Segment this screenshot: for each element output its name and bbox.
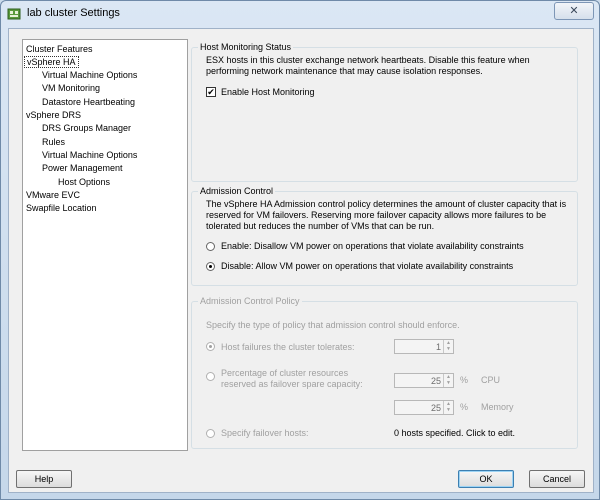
admission-enable-label[interactable]: Enable: Disallow VM power on operations …	[221, 241, 524, 252]
host-failures-radio[interactable]	[206, 342, 215, 351]
dialog-body: Cluster Features vSphere HA Virtual Mach…	[8, 28, 594, 493]
window-title: lab cluster Settings	[27, 7, 120, 19]
settings-window: lab cluster Settings ✕ Cluster Features …	[0, 0, 600, 500]
vsphere-cluster-icon	[7, 8, 21, 20]
memory-percent-unit: %	[460, 402, 469, 412]
check-icon: ✔	[207, 87, 215, 97]
stepper-arrows-icon[interactable]: ▲ ▼	[443, 340, 453, 353]
settings-nav-tree: Cluster Features vSphere HA Virtual Mach…	[22, 39, 188, 451]
cancel-button[interactable]: Cancel	[529, 470, 585, 488]
admission-control-description-3: tolerated but reduces the number of VMs …	[206, 221, 435, 231]
memory-percentage-stepper[interactable]: 25 ▲ ▼	[394, 400, 454, 415]
nav-item-rules[interactable]: Rules	[40, 136, 67, 148]
nav-item-vm-monitoring[interactable]: VM Monitoring	[40, 82, 102, 94]
memory-label: Memory	[481, 402, 514, 412]
nav-item-vmware-evc[interactable]: VMware EVC	[24, 189, 82, 201]
stepper-arrows-icon[interactable]: ▲ ▼	[443, 374, 453, 387]
help-button[interactable]: Help	[16, 470, 72, 488]
admission-control-legend: Admission Control	[200, 186, 274, 196]
cpu-percentage-value: 25	[430, 376, 441, 386]
admission-control-group: Admission Control The vSphere HA Admissi…	[191, 186, 578, 286]
close-button[interactable]: ✕	[554, 2, 594, 20]
cpu-percent-unit: %	[460, 375, 469, 385]
admission-disable-radio[interactable]	[206, 262, 215, 271]
failover-hosts-radio[interactable]	[206, 429, 215, 438]
nav-item-ha-vm-options[interactable]: Virtual Machine Options	[40, 69, 139, 81]
percentage-label-line-2[interactable]: reserved as failover spare capacity:	[221, 379, 363, 390]
admission-control-description-2: reserved for VM failovers. Reserving mor…	[206, 210, 547, 220]
admission-enable-radio[interactable]	[206, 242, 215, 251]
failover-hosts-status-link[interactable]: 0 hosts specified. Click to edit.	[394, 428, 515, 439]
host-monitoring-description-2: performing network maintenance that may …	[206, 66, 483, 76]
admission-disable-label[interactable]: Disable: Allow VM power on operations th…	[221, 261, 513, 272]
cpu-label: CPU	[481, 375, 501, 385]
nav-item-drs-vm-options[interactable]: Virtual Machine Options	[40, 149, 139, 161]
nav-item-vsphere-drs[interactable]: vSphere DRS	[24, 109, 83, 121]
percentage-label-line-1[interactable]: Percentage of cluster resources	[221, 368, 348, 379]
ok-button[interactable]: OK	[458, 470, 514, 488]
admission-policy-legend: Admission Control Policy	[200, 296, 300, 306]
nav-item-host-options[interactable]: Host Options	[56, 176, 112, 188]
host-monitoring-group: Host Monitoring Status ESX hosts in this…	[191, 42, 578, 182]
host-monitoring-description-1: ESX hosts in this cluster exchange netwo…	[206, 55, 530, 65]
memory-percentage-value: 25	[430, 403, 441, 413]
host-failures-label[interactable]: Host failures the cluster tolerates:	[221, 342, 355, 353]
cpu-percentage-stepper[interactable]: 25 ▲ ▼	[394, 373, 454, 388]
nav-item-vsphere-ha[interactable]: vSphere HA	[24, 56, 79, 68]
host-failures-stepper[interactable]: 1 ▲ ▼	[394, 339, 454, 354]
host-monitoring-legend: Host Monitoring Status	[200, 42, 292, 52]
nav-item-datastore-heartbeating[interactable]: Datastore Heartbeating	[40, 96, 137, 108]
title-bar[interactable]: lab cluster Settings ✕	[1, 1, 599, 27]
nav-item-power-management[interactable]: Power Management	[40, 162, 125, 174]
close-icon: ✕	[569, 4, 579, 17]
enable-host-monitoring-checkbox[interactable]: ✔	[206, 87, 216, 97]
admission-control-description-1: The vSphere HA Admission control policy …	[206, 199, 567, 209]
nav-item-swapfile-location[interactable]: Swapfile Location	[24, 202, 99, 214]
host-failures-value: 1	[435, 342, 441, 352]
nav-item-drs-groups-manager[interactable]: DRS Groups Manager	[40, 122, 133, 134]
percentage-radio[interactable]	[206, 372, 215, 381]
failover-hosts-label[interactable]: Specify failover hosts:	[221, 428, 309, 439]
admission-policy-group: Admission Control Policy Specify the typ…	[191, 296, 578, 449]
nav-item-cluster-features[interactable]: Cluster Features	[24, 43, 95, 55]
admission-policy-description: Specify the type of policy that admissio…	[206, 320, 460, 330]
enable-host-monitoring-label[interactable]: Enable Host Monitoring	[221, 87, 315, 98]
stepper-arrows-icon[interactable]: ▲ ▼	[443, 401, 453, 414]
